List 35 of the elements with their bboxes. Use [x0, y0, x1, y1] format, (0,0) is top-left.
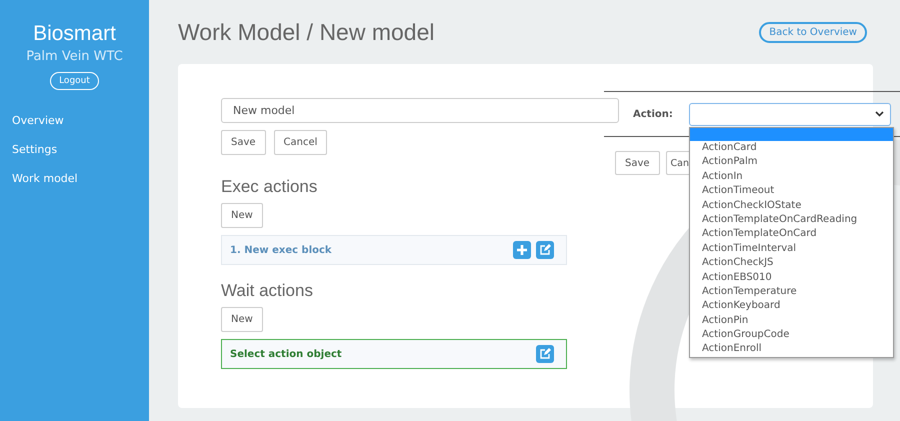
panel-button[interactable]: Save — [615, 151, 660, 175]
dropdown-option[interactable]: ActionKeyboard — [690, 299, 893, 314]
dropdown-option[interactable]: ActionCard — [690, 141, 893, 156]
dropdown-option[interactable]: ActionTemplateOnCardReading — [690, 212, 893, 228]
action-select[interactable] — [689, 102, 891, 126]
edit-icon[interactable] — [536, 241, 554, 259]
dropdown-option[interactable]: ActionCheckIOState — [690, 198, 893, 213]
form-button[interactable]: Save — [221, 130, 266, 155]
brand-subtitle: Palm Vein WTC — [26, 49, 123, 64]
section-heading: Wait actions — [221, 281, 313, 301]
dropdown-option[interactable]: ActionTimeInterval — [690, 242, 893, 256]
dropdown-option[interactable]: ActionPalm — [690, 155, 893, 170]
plus-icon[interactable] — [513, 241, 531, 259]
block-label: 1. New exec block — [230, 244, 332, 256]
new-button[interactable]: New — [221, 203, 263, 228]
dropdown-option[interactable]: ActionTimeout — [690, 184, 893, 199]
action-block[interactable]: Select action object — [221, 339, 567, 369]
block-label: Select action object — [230, 348, 342, 360]
dropdown-option[interactable]: ActionTemperature — [690, 284, 893, 300]
dropdown-option[interactable]: ActionTemplateOnCard — [690, 227, 893, 242]
dropdown-option[interactable]: ActionPin — [690, 314, 893, 328]
action-label: Action: — [633, 108, 674, 120]
dropdown-option[interactable]: ActionEBS010 — [690, 270, 893, 285]
dropdown-option[interactable]: ActionGroupCode — [690, 328, 893, 342]
brand-title: Biosmart — [33, 21, 116, 47]
dropdown-option[interactable]: ActionCheckJS — [690, 256, 893, 271]
chevron-icon — [875, 111, 884, 117]
page-title: Work Model / New model — [178, 18, 434, 46]
section-heading: Exec actions — [221, 177, 318, 197]
form-button[interactable]: Cancel — [274, 130, 328, 155]
dropdown-option[interactable]: ActionEnroll — [690, 342, 893, 357]
edit-icon[interactable] — [536, 345, 554, 363]
model-name-field[interactable]: New model — [221, 98, 619, 123]
dropdown-option[interactable]: ActionIn — [690, 170, 893, 184]
new-button[interactable]: New — [221, 307, 263, 332]
